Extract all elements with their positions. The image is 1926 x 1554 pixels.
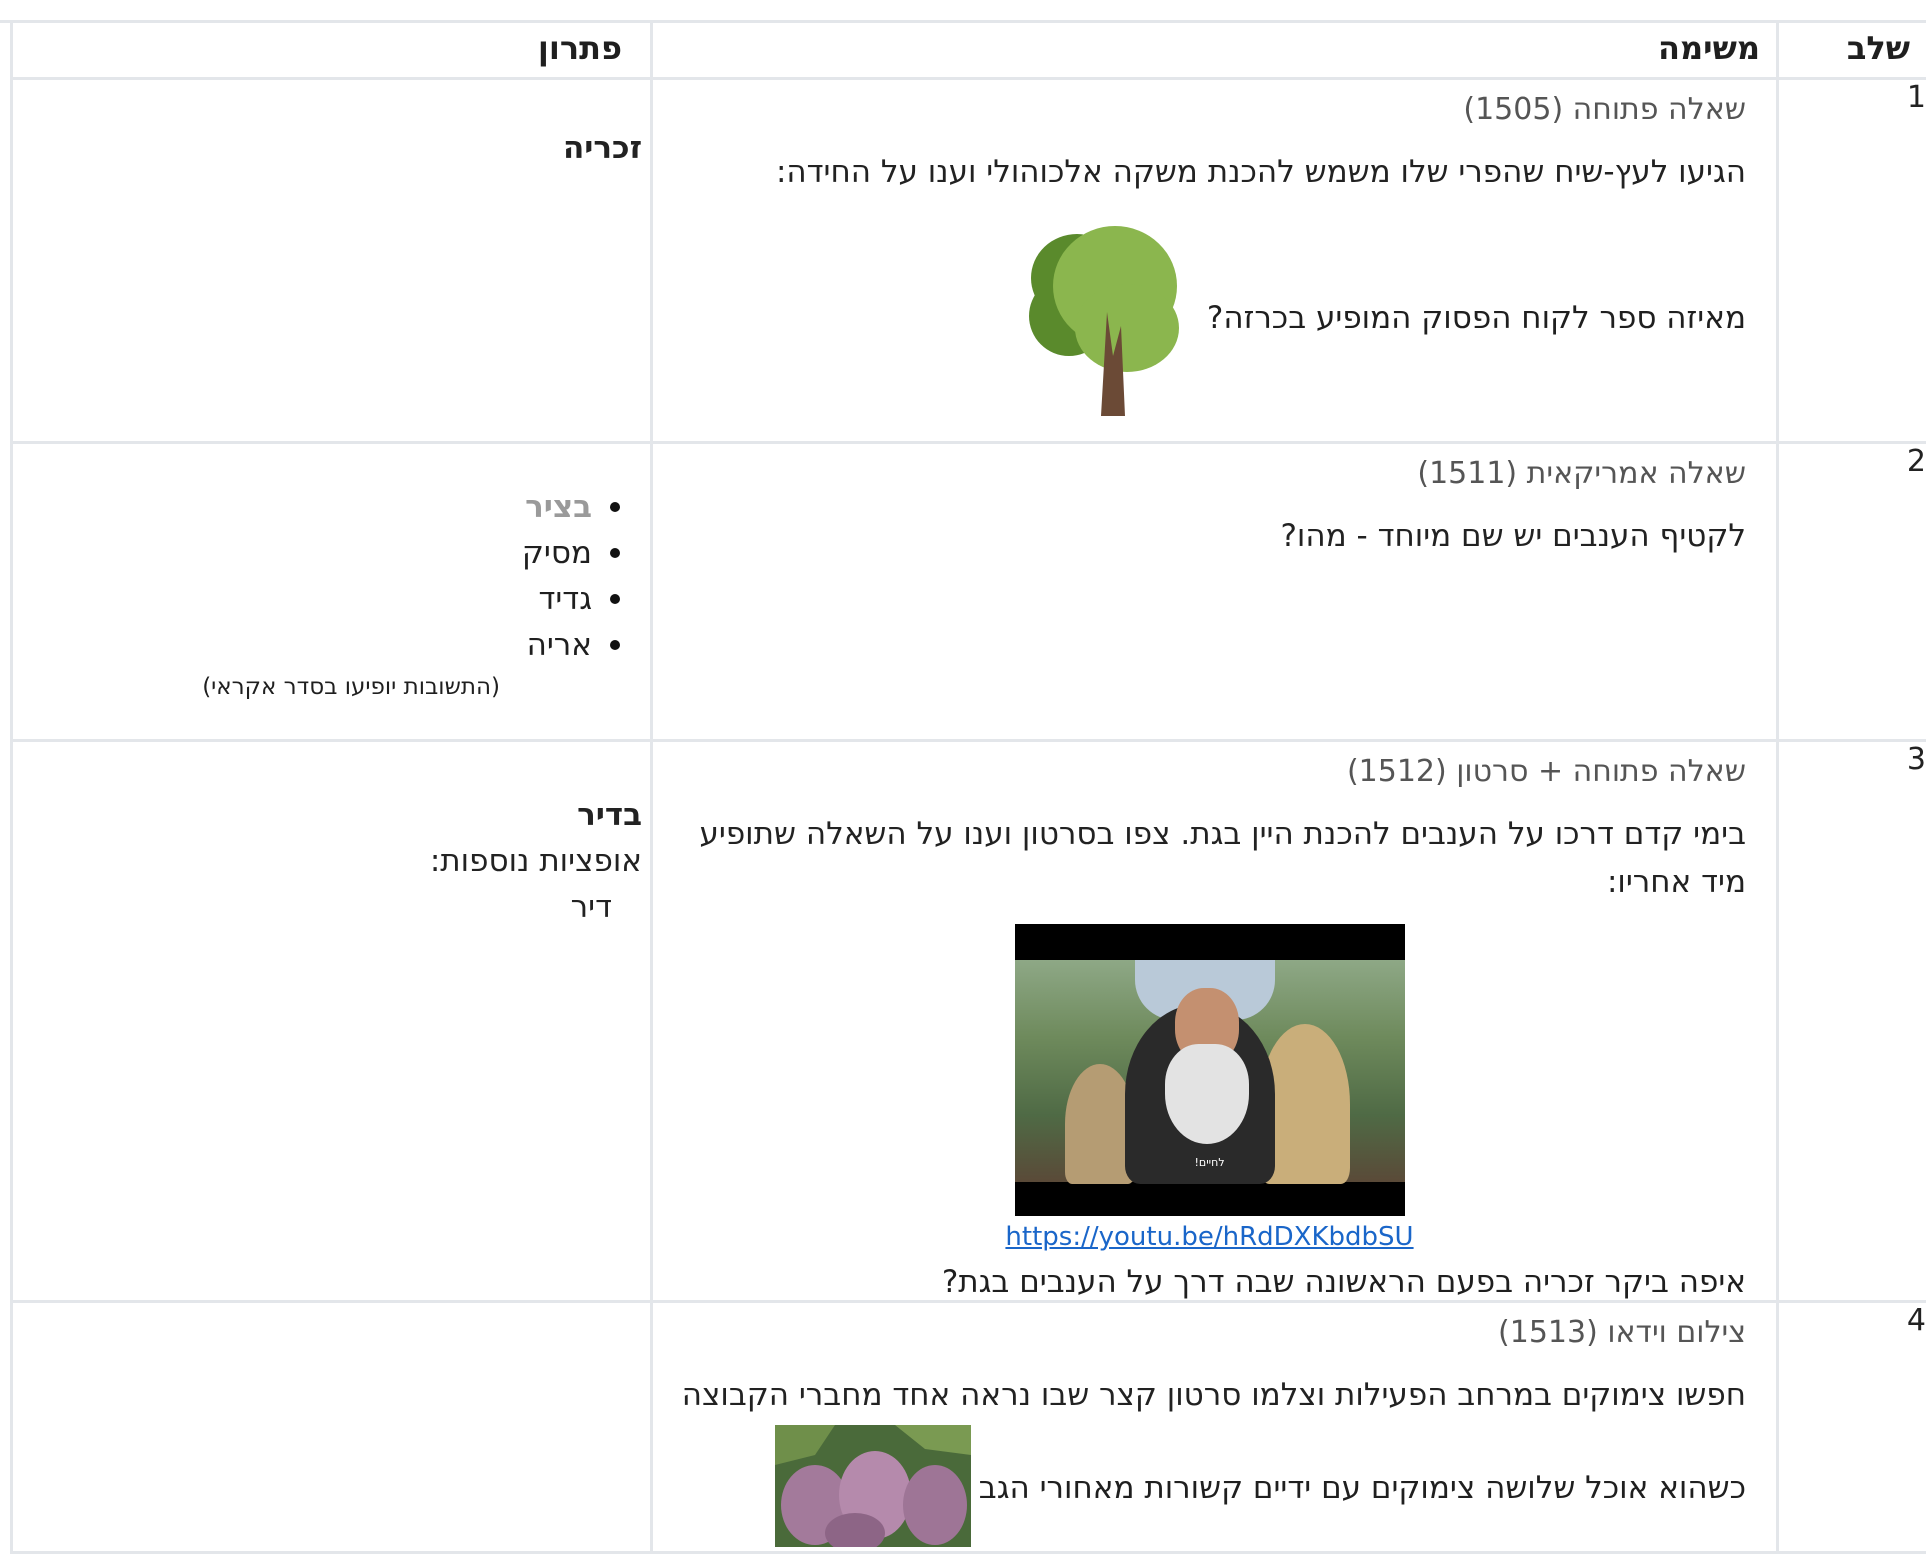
video-subtitle: לחיים! <box>1195 1156 1225 1169</box>
table-row: 2 שאלה אמריקאית (1511) לקטיף הענבים יש ש… <box>12 443 1926 741</box>
task-text: חפשו צימוקים במרחב הפעילות וצלמו סרטון ק… <box>673 1371 1746 1419</box>
solution-cell <box>12 1302 652 1553</box>
task-type: צילום וידאו (1513) <box>673 1313 1746 1353</box>
task-question: מאיזה ספר לקוח הפסוק המופיע בכרזה? <box>1207 300 1746 336</box>
task-type: שאלה אמריקאית (1511) <box>673 454 1746 494</box>
correct-choice: בציר <box>525 484 592 530</box>
solution-options-label: אופציות נוספות: <box>13 838 642 884</box>
step-number: 4 <box>1778 1302 1926 1553</box>
grapes-photo <box>775 1425 971 1551</box>
step-number: 3 <box>1778 741 1926 1302</box>
table-row: 3 שאלה פתוחה + סרטון (1512) בימי קדם דרכ… <box>12 741 1926 1302</box>
bullet-icon <box>610 594 620 604</box>
task-text: בימי קדם דרכו על הענבים להכנת היין בגת. … <box>673 810 1746 906</box>
video-link[interactable]: https://youtu.be/hRdDXKbdbSU <box>1005 1222 1413 1252</box>
task-cell: שאלה פתוחה (1505) הגיעו לעץ-שיח שהפרי של… <box>652 79 1778 443</box>
list-item: מסיק <box>13 530 620 576</box>
step-number: 2 <box>1778 443 1926 741</box>
header-task: משימה <box>652 22 1778 79</box>
solution-answer: זכריה <box>13 130 650 166</box>
solution-option: דיר <box>13 884 642 930</box>
task-question: איפה ביקר זכריה בפעם הראשונה שבה דרך על … <box>673 1264 1746 1300</box>
list-item: אריה <box>13 622 620 668</box>
header-step: שלב <box>1778 22 1926 79</box>
table-row: 4 צילום וידאו (1513) חפשו צימוקים במרחב … <box>12 1302 1926 1553</box>
task-text: הגיעו לעץ-שיח שהפרי שלו משמש להכנת משקה … <box>673 148 1746 196</box>
tree-line: מאיזה ספר לקוח הפסוק המופיע בכרזה? <box>673 216 1746 420</box>
step-number: 1 <box>1778 79 1926 443</box>
tasks-table: שלב משימה פתרון 1 שאלה פתוחה (1505) הגיע… <box>10 20 1926 1554</box>
video-thumbnail[interactable]: לחיים! <box>1015 924 1405 1216</box>
grapes-line: כשהוא אוכל שלושה צימוקים עם ידיים קשורות… <box>673 1425 1746 1551</box>
table-row: 1 שאלה פתוחה (1505) הגיעו לעץ-שיח שהפרי … <box>12 79 1926 443</box>
task-cell: שאלה פתוחה + סרטון (1512) בימי קדם דרכו … <box>652 741 1778 1302</box>
page: שלב משימה פתרון 1 שאלה פתוחה (1505) הגיע… <box>0 0 1926 1525</box>
choice: גדיד <box>538 576 592 622</box>
figure-beard <box>1165 1044 1249 1144</box>
solution-cell: בדיר אופציות נוספות: דיר <box>12 741 652 1302</box>
solution-answer: בדיר <box>13 792 642 838</box>
list-item: בציר <box>13 484 620 530</box>
bullet-icon <box>610 502 620 512</box>
bullet-icon <box>610 548 620 558</box>
solution-cell: זכריה <box>12 79 652 443</box>
solution-cell: בציר מסיק גדיד אריה (התשובות יופיעו בסדר… <box>12 443 652 741</box>
choice: אריה <box>527 622 592 668</box>
task-cell: שאלה אמריקאית (1511) לקטיף הענבים יש שם … <box>652 443 1778 741</box>
table-header-row: שלב משימה פתרון <box>12 22 1926 79</box>
bullet-icon <box>610 640 620 650</box>
task-text-continued: כשהוא אוכל שלושה צימוקים עם ידיים קשורות… <box>979 1470 1746 1506</box>
choice: מסיק <box>522 530 592 576</box>
task-type: שאלה פתוחה + סרטון (1512) <box>673 752 1746 792</box>
tree-icon <box>1015 216 1195 420</box>
video-block: לחיים! https://youtu.be/hRdDXKbdbSU <box>673 924 1746 1252</box>
task-text: לקטיף הענבים יש שם מיוחד - מהו? <box>673 512 1746 560</box>
list-item: גדיד <box>13 576 620 622</box>
choices-list: בציר מסיק גדיד אריה <box>13 484 650 668</box>
task-cell: צילום וידאו (1513) חפשו צימוקים במרחב הפ… <box>652 1302 1778 1553</box>
task-type: שאלה פתוחה (1505) <box>673 90 1746 130</box>
header-solution: פתרון <box>12 22 652 79</box>
choices-note: (התשובות יופיעו בסדר אקראי) <box>13 674 650 700</box>
